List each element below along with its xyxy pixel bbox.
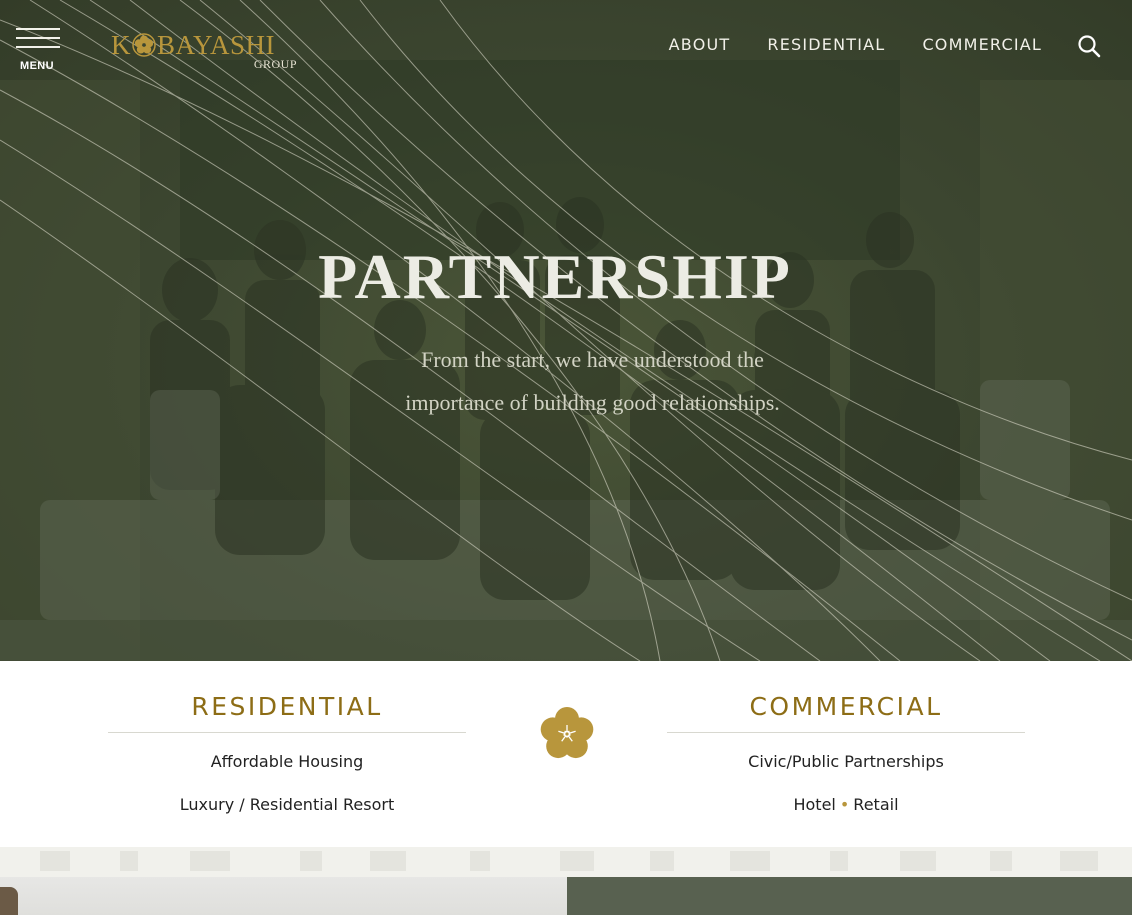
decorative-lines [0, 0, 1132, 661]
residential-column: RESIDENTIAL Affordable Housing Luxury / … [108, 661, 466, 816]
decorative-pattern-strip [0, 847, 1132, 877]
search-icon [1078, 35, 1101, 58]
hamburger-icon-bar [16, 37, 60, 39]
kobayashi-group-logo[interactable]: K BAYASHI GROUP [111, 30, 301, 74]
logo-wordmark-rest: BAYASHI [157, 30, 276, 60]
nav-about[interactable]: ABOUT [669, 34, 731, 56]
bullet-separator: • [839, 795, 850, 814]
menu-button[interactable]: MENU [16, 28, 62, 76]
link-civic-public-partnerships[interactable]: Civic/Public Partnerships [667, 751, 1025, 773]
hero-banner: MENU K BAYASHI GROUP ABOUT RESIDENTIAL C… [0, 0, 1132, 661]
link-hotel[interactable]: Hotel [793, 795, 835, 814]
search-button[interactable] [1077, 34, 1101, 58]
menu-label: MENU [20, 60, 54, 72]
featured-panel [567, 877, 1132, 915]
commercial-column: COMMERCIAL Civic/Public Partnerships Hot… [667, 661, 1025, 816]
category-section: RESIDENTIAL Affordable Housing Luxury / … [0, 661, 1132, 847]
hotel-retail-links: Hotel • Retail [667, 794, 1025, 816]
link-affordable-housing[interactable]: Affordable Housing [108, 751, 466, 773]
logo-wordmark-k: K [111, 30, 131, 60]
hero-tagline: From the start, we have understood the i… [405, 347, 780, 415]
link-luxury-residential-resort[interactable]: Luxury / Residential Resort [108, 794, 466, 816]
nav-residential[interactable]: RESIDENTIAL [767, 34, 885, 56]
featured-image-preview[interactable] [0, 877, 567, 915]
flower-crest-icon [132, 33, 156, 57]
hamburger-icon [16, 28, 60, 30]
logo-wordmark: K BAYASHI [111, 30, 275, 60]
residential-heading[interactable]: RESIDENTIAL [108, 691, 466, 733]
flower-crest-icon [540, 707, 594, 759]
logo-subtitle: GROUP [253, 57, 297, 71]
commercial-heading[interactable]: COMMERCIAL [667, 691, 1025, 733]
image-edge [0, 887, 18, 915]
link-retail[interactable]: Retail [853, 795, 898, 814]
top-navigation: ABOUT RESIDENTIAL COMMERCIAL [669, 34, 1042, 56]
hamburger-icon-bar [16, 46, 60, 48]
hero-title: PARTNERSHIP [318, 241, 792, 312]
nav-commercial[interactable]: COMMERCIAL [922, 34, 1042, 56]
